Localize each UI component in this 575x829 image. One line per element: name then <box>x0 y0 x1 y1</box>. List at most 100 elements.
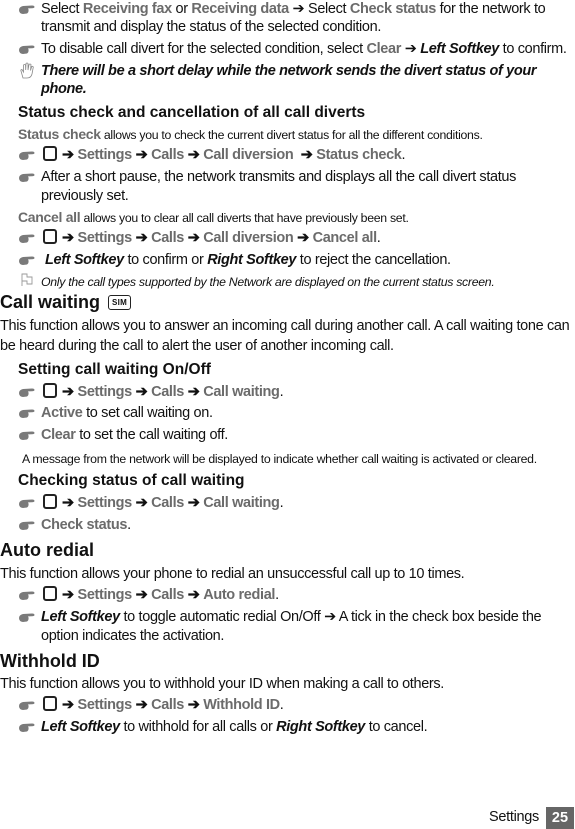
arrow-icon: ➔ <box>187 495 200 511</box>
left-softkey-label: Left Softkey <box>41 719 120 735</box>
instruction-continuation: transmit and display the status of the s… <box>41 19 381 35</box>
path-cancel-all: Cancel all <box>312 230 378 246</box>
pointing-hand-icon <box>18 611 36 625</box>
network-message-note: A message from the network will be displ… <box>22 452 537 466</box>
pointing-hand-icon <box>18 232 36 246</box>
page-number: 25 <box>546 807 574 829</box>
path-call-waiting: Call waiting <box>203 495 280 511</box>
path-auto-redial: Auto redial <box>203 587 276 603</box>
arrow-icon: ➔ <box>135 230 148 246</box>
hand-note-icon <box>20 62 34 79</box>
menu-key-icon <box>43 696 57 711</box>
option-receiving-data: Receiving data <box>191 1 289 17</box>
check-status-option: Check status. <box>41 516 131 534</box>
arrow-icon: ➔ <box>135 587 148 603</box>
option-clear: Clear <box>366 41 402 57</box>
arrow-icon: ➔ <box>135 384 148 400</box>
path-calls: Calls <box>151 384 185 400</box>
pointing-hand-icon <box>18 589 36 603</box>
menu-path-withhold-id: ➔ Settings ➔ Calls ➔ Withhold ID. <box>41 696 284 714</box>
arrow-icon: ➔ <box>297 230 309 246</box>
text: . <box>401 147 406 163</box>
path-calls: Calls <box>151 587 185 603</box>
menu-path-cancel-all: ➔ Settings ➔ Calls ➔ Call diversion ➔ Ca… <box>41 229 381 247</box>
path-settings: Settings <box>77 147 133 163</box>
arrow-icon: ➔ <box>187 147 200 163</box>
arrow-icon: ➔ <box>187 384 200 400</box>
text: ➔ Select <box>288 1 350 17</box>
footer-section-label: Settings <box>489 809 539 825</box>
text: to set the call waiting off. <box>75 427 228 443</box>
pointing-hand-icon <box>18 171 36 185</box>
text: . <box>279 495 284 511</box>
text: . <box>275 587 279 603</box>
path-settings: Settings <box>77 384 133 400</box>
text: . <box>279 697 284 713</box>
arrow-icon: ➔ <box>187 230 200 246</box>
path-call-waiting: Call waiting <box>203 384 280 400</box>
path-settings: Settings <box>77 697 133 713</box>
arrow-icon: ➔ <box>187 697 200 713</box>
arrow-icon: ➔ <box>300 147 313 163</box>
text: to set call waiting on. <box>82 405 213 421</box>
path-calls: Calls <box>151 230 185 246</box>
subheading-checking-call-waiting: Checking status of call waiting <box>18 472 245 489</box>
text: to withhold for all calls or <box>119 719 277 735</box>
text: for the network to <box>435 1 546 17</box>
heading-text: Call waiting <box>0 292 101 312</box>
note-divert-delay: There will be a short delay while the ne… <box>41 63 537 79</box>
call-waiting-description: This function allows you to answer an in… <box>0 318 570 334</box>
arrow-icon: ➔ <box>62 147 74 163</box>
pointing-hand-icon <box>18 3 36 17</box>
path-settings: Settings <box>77 230 133 246</box>
arrow-icon: ➔ <box>62 495 74 511</box>
arrow-icon: ➔ <box>135 147 148 163</box>
menu-path-call-waiting-check: ➔ Settings ➔ Calls ➔ Call waiting. <box>41 494 284 512</box>
arrow-icon: ➔ <box>62 384 74 400</box>
text: To disable call divert for the selected … <box>41 41 367 57</box>
arrow-icon: ➔ <box>187 587 200 603</box>
right-softkey-label: Right Softkey <box>207 252 297 268</box>
menu-key-icon <box>43 494 57 509</box>
option-clear: Clear <box>41 427 76 443</box>
text: to cancel. <box>365 719 428 735</box>
withhold-id-description: This function allows you to withhold you… <box>0 676 444 692</box>
status-check-term: Status check <box>18 126 101 142</box>
option-receiving-fax: Receiving fax <box>82 1 172 17</box>
arrow-icon: ➔ <box>135 495 148 511</box>
menu-key-icon <box>43 586 57 601</box>
confirm-cancellation: Left Softkey to confirm or Right Softkey… <box>45 251 451 269</box>
instruction-receiving: Select Receiving fax or Receiving data ➔… <box>41 0 546 18</box>
after-pause-text-cont: previously set. <box>41 188 129 204</box>
pointing-hand-icon <box>18 721 36 735</box>
menu-path-auto-redial: ➔ Settings ➔ Calls ➔ Auto redial. <box>41 586 279 604</box>
path-withhold-id: Withhold ID <box>203 697 280 713</box>
auto-redial-toggle-cont: option indicates the activation. <box>41 628 225 644</box>
pointing-hand-icon <box>18 407 36 421</box>
auto-redial-description: This function allows your phone to redia… <box>0 566 465 582</box>
sim-icon: SIM <box>108 295 132 310</box>
text: to confirm or <box>123 252 208 268</box>
active-option-text: Active to set call waiting on. <box>41 404 213 422</box>
note-call-types: Only the call types supported by the Net… <box>41 275 495 289</box>
text: to toggle automatic redial On/Off ➔ A ti… <box>119 609 542 625</box>
section-heading-withhold-id: Withhold ID <box>0 651 100 671</box>
pointing-hand-icon <box>18 497 36 511</box>
text: . <box>127 517 131 533</box>
text: or <box>171 1 192 17</box>
option-active: Active <box>41 405 83 421</box>
withhold-softkeys: Left Softkey to withhold for all calls o… <box>41 718 428 736</box>
text: to reject the cancellation. <box>296 252 451 268</box>
flag-note-icon <box>21 273 33 286</box>
arrow-icon: ➔ <box>62 587 74 603</box>
text: ➔ <box>401 41 421 57</box>
pointing-hand-icon <box>18 149 36 163</box>
menu-key-icon <box>43 383 57 398</box>
right-softkey-label: Right Softkey <box>276 719 366 735</box>
subheading-setting-call-waiting: Setting call waiting On/Off <box>18 361 211 378</box>
cancel-all-term: Cancel all <box>18 209 81 225</box>
clear-option-text: Clear to set the call waiting off. <box>41 426 228 444</box>
path-settings: Settings <box>77 495 133 511</box>
arrow-icon: ➔ <box>62 230 74 246</box>
note-divert-delay-cont: phone. <box>41 81 87 97</box>
